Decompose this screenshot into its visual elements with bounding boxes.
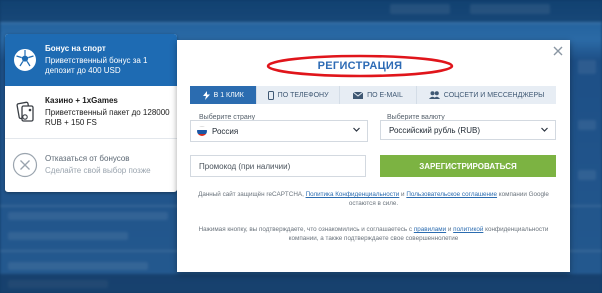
registration-tabs: В 1 КЛИК ПО ТЕЛЕФОНУ ПО E-MAIL СОЦСЕТИ И…: [190, 86, 556, 104]
terms-link[interactable]: Пользовательское соглашение: [406, 191, 497, 198]
close-circle-icon: [5, 152, 45, 178]
bonus-panel: Бонус на спорт Приветственный бонус за 1…: [5, 34, 177, 192]
tab-email[interactable]: ПО E-MAIL: [340, 86, 418, 104]
casino-cards-icon: [5, 100, 45, 124]
privacy-policy-link[interactable]: Политика Конфиденциальности: [306, 191, 400, 198]
title-highlight: РЕГИСТРАЦИЯ: [265, 54, 455, 78]
recaptcha-notice: Данный сайт защищён reCAPTCHA, Политика …: [198, 191, 549, 207]
bonus-subtitle: Сделайте свой выбор позже: [45, 166, 151, 175]
currency-value: Российский рубль (RUB): [389, 125, 480, 135]
close-icon[interactable]: [552, 44, 564, 56]
bonus-title: Казино + 1xGames: [45, 96, 118, 105]
tab-label: ПО ТЕЛЕФОНУ: [277, 91, 329, 99]
soccer-ball-icon: [5, 48, 45, 72]
bonus-option-sport[interactable]: Бонус на спорт Приветственный бонус за 1…: [5, 34, 177, 86]
tab-one-click[interactable]: В 1 КЛИК: [190, 86, 258, 104]
bonus-title: Бонус на спорт: [45, 44, 106, 53]
register-button[interactable]: ЗАРЕГИСТРИРОВАТЬСЯ: [380, 155, 556, 177]
country-select[interactable]: Россия: [190, 120, 368, 142]
registration-modal: РЕГИСТРАЦИЯ В 1 КЛИК ПО ТЕЛЕФОНУ ПО E-MA…: [177, 40, 570, 272]
bonus-option-decline[interactable]: Отказаться от бонусов Сделайте свой выбо…: [5, 139, 177, 191]
bonus-subtitle: Приветственный пакет до 128000 RUB + 150…: [45, 108, 170, 127]
consent-notice: Нажимая кнопку, вы подтверждаете, что оз…: [198, 226, 549, 242]
phone-icon: [267, 90, 274, 100]
bonus-subtitle: Приветственный бонус за 1 депозит до 400…: [45, 56, 148, 75]
country-value: Россия: [212, 126, 239, 136]
lightning-icon: [202, 90, 210, 100]
russia-flag-icon: [197, 126, 207, 136]
privacy-link[interactable]: политикой: [453, 226, 483, 233]
people-icon: [428, 91, 440, 99]
tab-social[interactable]: СОЦСЕТИ И МЕССЕНДЖЕРЫ: [417, 86, 556, 104]
tab-label: СОЦСЕТИ И МЕССЕНДЖЕРЫ: [443, 91, 545, 99]
chevron-down-icon: [541, 127, 548, 132]
tab-label: ПО E-MAIL: [367, 91, 403, 99]
tab-label: В 1 КЛИК: [213, 91, 244, 99]
bonus-title: Отказаться от бонусов: [45, 154, 130, 163]
currency-select[interactable]: Российский рубль (RUB): [380, 120, 556, 140]
rules-link[interactable]: правилами: [414, 226, 446, 233]
envelope-icon: [353, 91, 364, 99]
promo-code-input[interactable]: Промокод (при наличии): [190, 155, 366, 177]
page-title: РЕГИСТРАЦИЯ: [317, 60, 403, 72]
chevron-down-icon: [353, 127, 360, 132]
bonus-option-casino[interactable]: Казино + 1xGames Приветственный пакет до…: [5, 86, 177, 139]
tab-phone[interactable]: ПО ТЕЛЕФОНУ: [257, 86, 340, 104]
